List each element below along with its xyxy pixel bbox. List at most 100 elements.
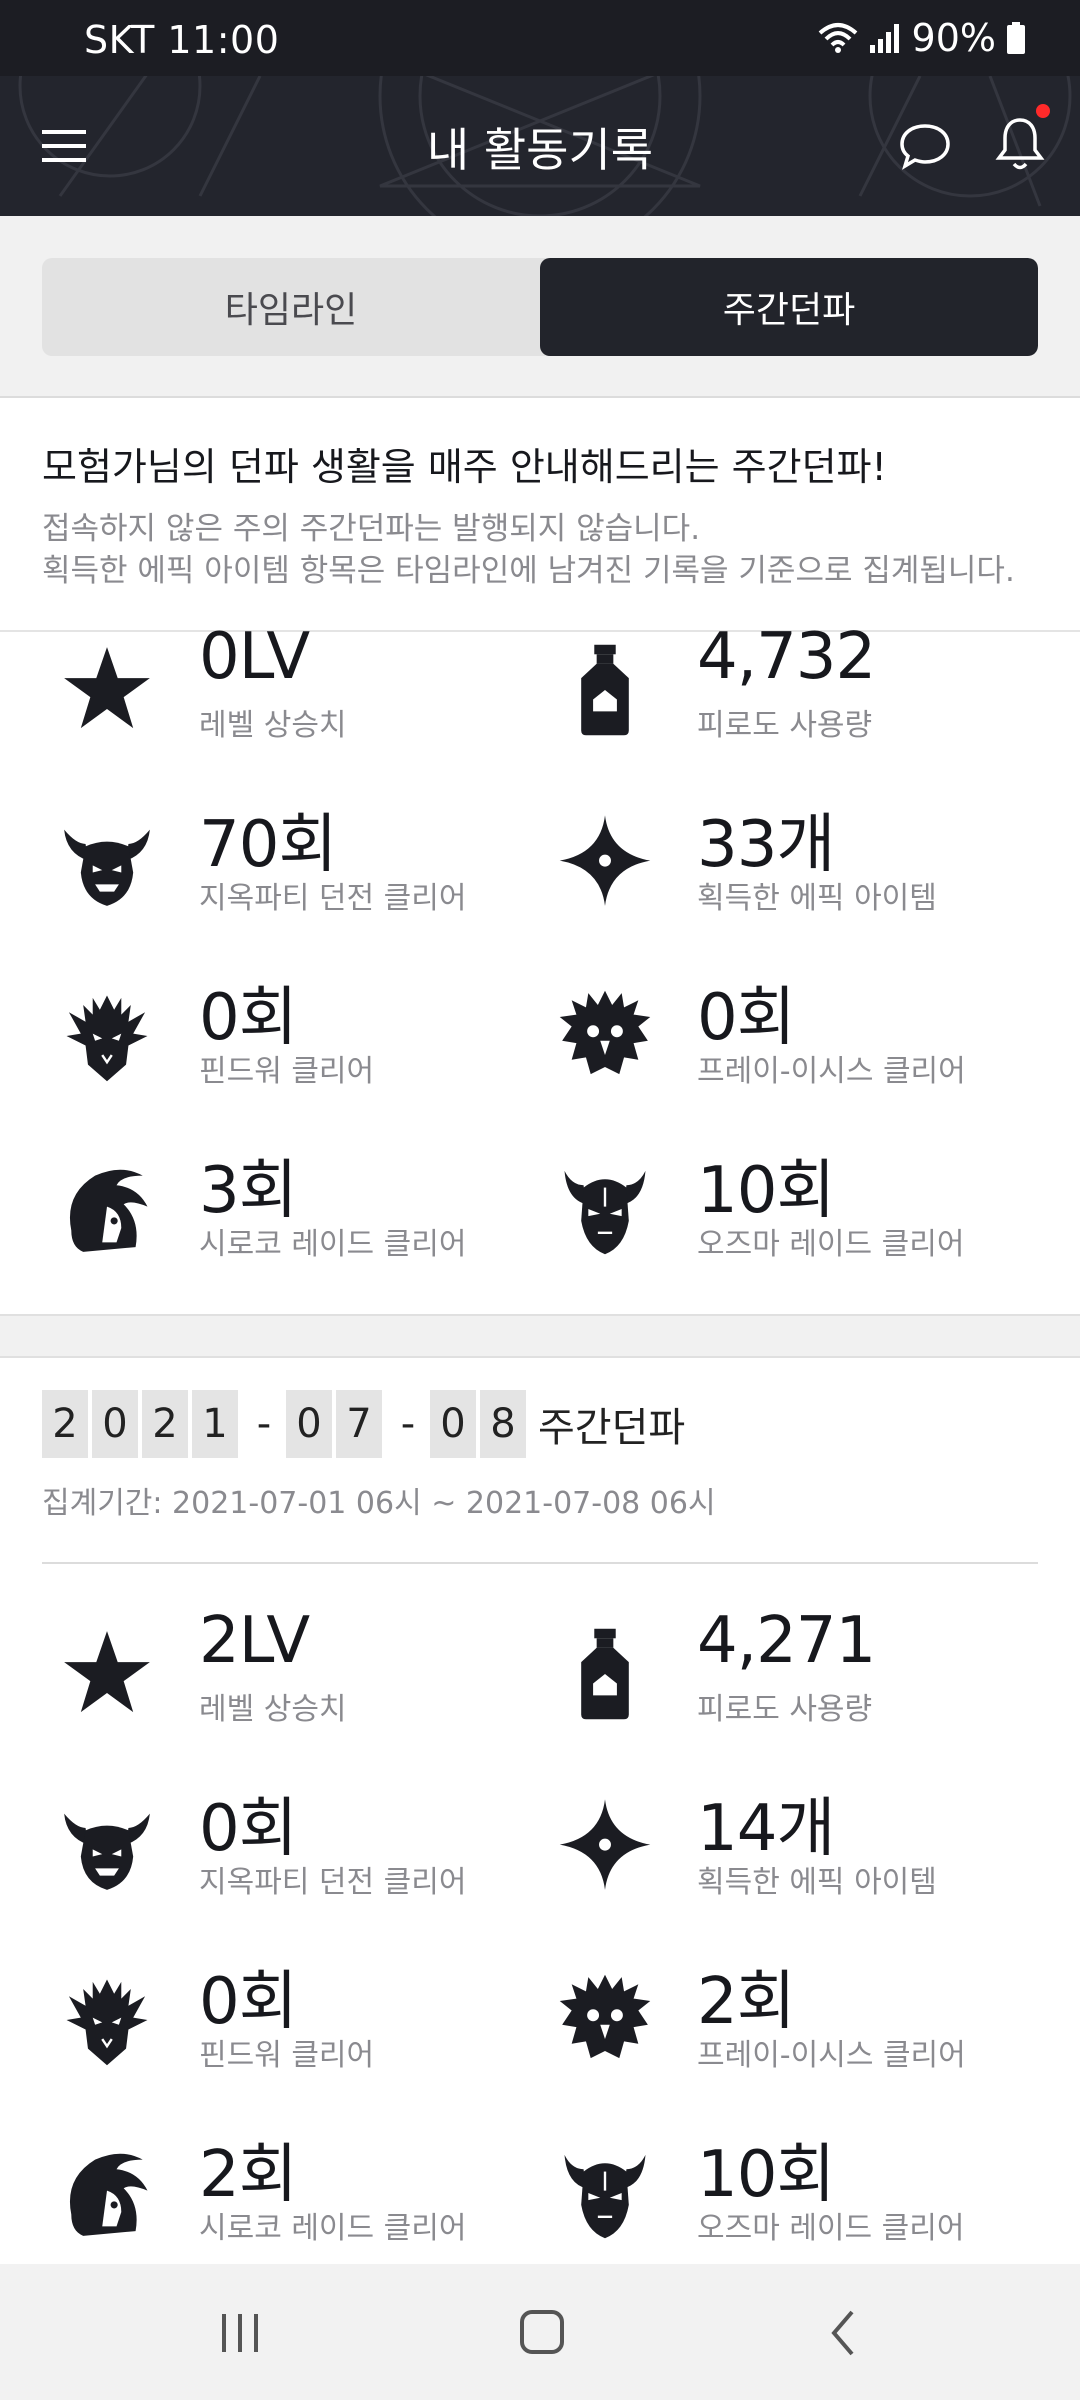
siroco-face-icon <box>42 2123 172 2263</box>
stat-value: 0회 <box>199 981 298 1055</box>
status-icons: 90% <box>818 16 1026 60</box>
date-digit: 0 <box>286 1390 332 1458</box>
tab-weekly-dnf[interactable]: 주간던파 <box>540 258 1038 356</box>
stat-value: 0회 <box>697 981 796 1055</box>
stat-item: 2LV 레벨 상승치 <box>42 1604 542 1764</box>
stat-label: 피로도 사용량 <box>697 708 873 743</box>
bell-icon[interactable] <box>994 114 1046 174</box>
recent-apps-button[interactable] <box>210 2308 270 2358</box>
stat-label: 프레이-이시스 클리어 <box>697 2038 966 2073</box>
fatigue-potion-icon <box>540 620 670 760</box>
stat-item: 70회 지옥파티 던전 클리어 <box>42 793 542 953</box>
stat-value: 10회 <box>697 2138 835 2212</box>
app-header: 내 활동기록 <box>0 76 1080 216</box>
stat-item: 10회 오즈마 레이드 클리어 <box>540 1139 1040 1299</box>
stat-value: 4,732 <box>697 620 876 694</box>
ozma-demon-icon <box>540 2123 670 2263</box>
stat-label: 핀드워 클리어 <box>199 1054 375 1089</box>
stat-item: 0회 프레이-이시스 클리어 <box>540 966 1040 1126</box>
stat-value: 0회 <box>199 1792 298 1866</box>
fatigue-potion-icon <box>540 1604 670 1744</box>
stat-item: 2회 프레이-이시스 클리어 <box>540 1950 1040 2110</box>
epic-sparkle-icon <box>540 1777 670 1917</box>
stat-label: 시로코 레이드 클리어 <box>199 1227 467 1262</box>
intro-heading: 모험가님의 던파 생활을 매주 안내해드리는 주간던파! <box>42 445 887 489</box>
hell-party-demon-icon <box>42 1777 172 1917</box>
back-button[interactable] <box>814 2308 874 2358</box>
findeuwo-dragon-icon <box>42 966 172 1106</box>
notification-dot <box>1036 104 1050 118</box>
date-digit: 2 <box>142 1390 188 1458</box>
stat-item: 14개 획득한 에픽 아이템 <box>540 1777 1040 1937</box>
stat-value: 0회 <box>199 1965 298 2039</box>
stat-item: 0LV 레벨 상승치 <box>42 620 542 780</box>
battery-icon <box>1007 22 1025 54</box>
star-icon <box>42 1604 172 1744</box>
stat-item: 0회 핀드워 클리어 <box>42 1950 542 2110</box>
carrier-time: SKT 11:00 <box>84 18 280 62</box>
stat-label: 획득한 에픽 아이템 <box>697 881 937 916</box>
stat-item: 4,271 피로도 사용량 <box>540 1604 1040 1764</box>
stat-label: 획득한 에픽 아이템 <box>697 1865 937 1900</box>
stat-item: 10회 오즈마 레이드 클리어 <box>540 2123 1040 2283</box>
wifi-icon <box>818 23 857 53</box>
chat-icon[interactable] <box>898 118 952 172</box>
stat-value: 2LV <box>199 1604 310 1678</box>
stat-value: 2회 <box>697 1965 796 2039</box>
date-digit: 7 <box>336 1390 382 1458</box>
divider <box>42 1562 1038 1564</box>
week-title-suffix: 주간던파 <box>538 1405 686 1451</box>
date-dash: - <box>256 1401 272 1447</box>
star-icon <box>42 620 172 760</box>
prey-isys-bird-icon <box>540 1950 670 2090</box>
hell-party-demon-icon <box>42 793 172 933</box>
siroco-face-icon <box>42 1139 172 1279</box>
stat-value: 0LV <box>199 620 310 694</box>
stat-item: 3회 시로코 레이드 클리어 <box>42 1139 542 1299</box>
system-nav-bar <box>0 2264 1080 2400</box>
date-digit: 2 <box>42 1390 88 1458</box>
week-date-header: 2 0 2 1-0 7-0 8 주간던파 <box>42 1388 685 1460</box>
stat-value: 10회 <box>697 1154 835 1228</box>
stat-label: 지옥파티 던전 클리어 <box>199 881 467 916</box>
stat-label: 오즈마 레이드 클리어 <box>697 2211 965 2246</box>
section-separator <box>0 1314 1080 1358</box>
stat-item: 0회 핀드워 클리어 <box>42 966 542 1126</box>
status-bar: SKT 11:00 90% <box>0 0 1080 76</box>
intro-line-2: 획득한 에픽 아이템 항목은 타임라인에 남겨진 기록을 기준으로 집계됩니다. <box>42 553 1015 589</box>
intro-line-1: 접속하지 않은 주의 주간던파는 발행되지 않습니다. <box>42 511 701 547</box>
stat-label: 오즈마 레이드 클리어 <box>697 1227 965 1262</box>
stat-label: 피로도 사용량 <box>697 1692 873 1727</box>
stat-item: 2회 시로코 레이드 클리어 <box>42 2123 542 2283</box>
stat-value: 70회 <box>199 808 337 882</box>
battery-percent: 90% <box>911 16 996 60</box>
stat-label: 프레이-이시스 클리어 <box>697 1054 966 1089</box>
tab-timeline[interactable]: 타임라인 <box>42 258 540 356</box>
stat-value: 3회 <box>199 1154 298 1228</box>
stat-value: 14개 <box>697 1792 835 1866</box>
stat-label: 레벨 상승치 <box>199 708 347 743</box>
ozma-demon-icon <box>540 1139 670 1279</box>
stat-label: 레벨 상승치 <box>199 1692 347 1727</box>
stat-label: 지옥파티 던전 클리어 <box>199 1865 467 1900</box>
findeuwo-dragon-icon <box>42 1950 172 2090</box>
stat-item: 4,732 피로도 사용량 <box>540 620 1040 780</box>
date-digit: 1 <box>192 1390 238 1458</box>
date-digit: 8 <box>480 1390 526 1458</box>
home-button[interactable] <box>512 2308 572 2358</box>
stat-label: 시로코 레이드 클리어 <box>199 2211 467 2246</box>
intro-description: 접속하지 않은 주의 주간던파는 발행되지 않습니다. 획득한 에픽 아이템 항… <box>42 508 1015 592</box>
stat-label: 핀드워 클리어 <box>199 2038 375 2073</box>
date-dash: - <box>400 1401 416 1447</box>
tabs-area: 타임라인 주간던파 <box>0 216 1080 398</box>
tab-bar: 타임라인 주간던파 <box>42 258 1038 356</box>
date-digit: 0 <box>430 1390 476 1458</box>
intro-section: 모험가님의 던파 생활을 매주 안내해드리는 주간던파! 접속하지 않은 주의 … <box>0 400 1080 632</box>
date-digit: 0 <box>92 1390 138 1458</box>
stat-value: 33개 <box>697 808 835 882</box>
stat-item: 33개 획득한 에픽 아이템 <box>540 793 1040 953</box>
stat-value: 4,271 <box>697 1604 876 1678</box>
stat-value: 2회 <box>199 2138 298 2212</box>
signal-icon <box>869 24 899 53</box>
stat-item: 0회 지옥파티 던전 클리어 <box>42 1777 542 1937</box>
